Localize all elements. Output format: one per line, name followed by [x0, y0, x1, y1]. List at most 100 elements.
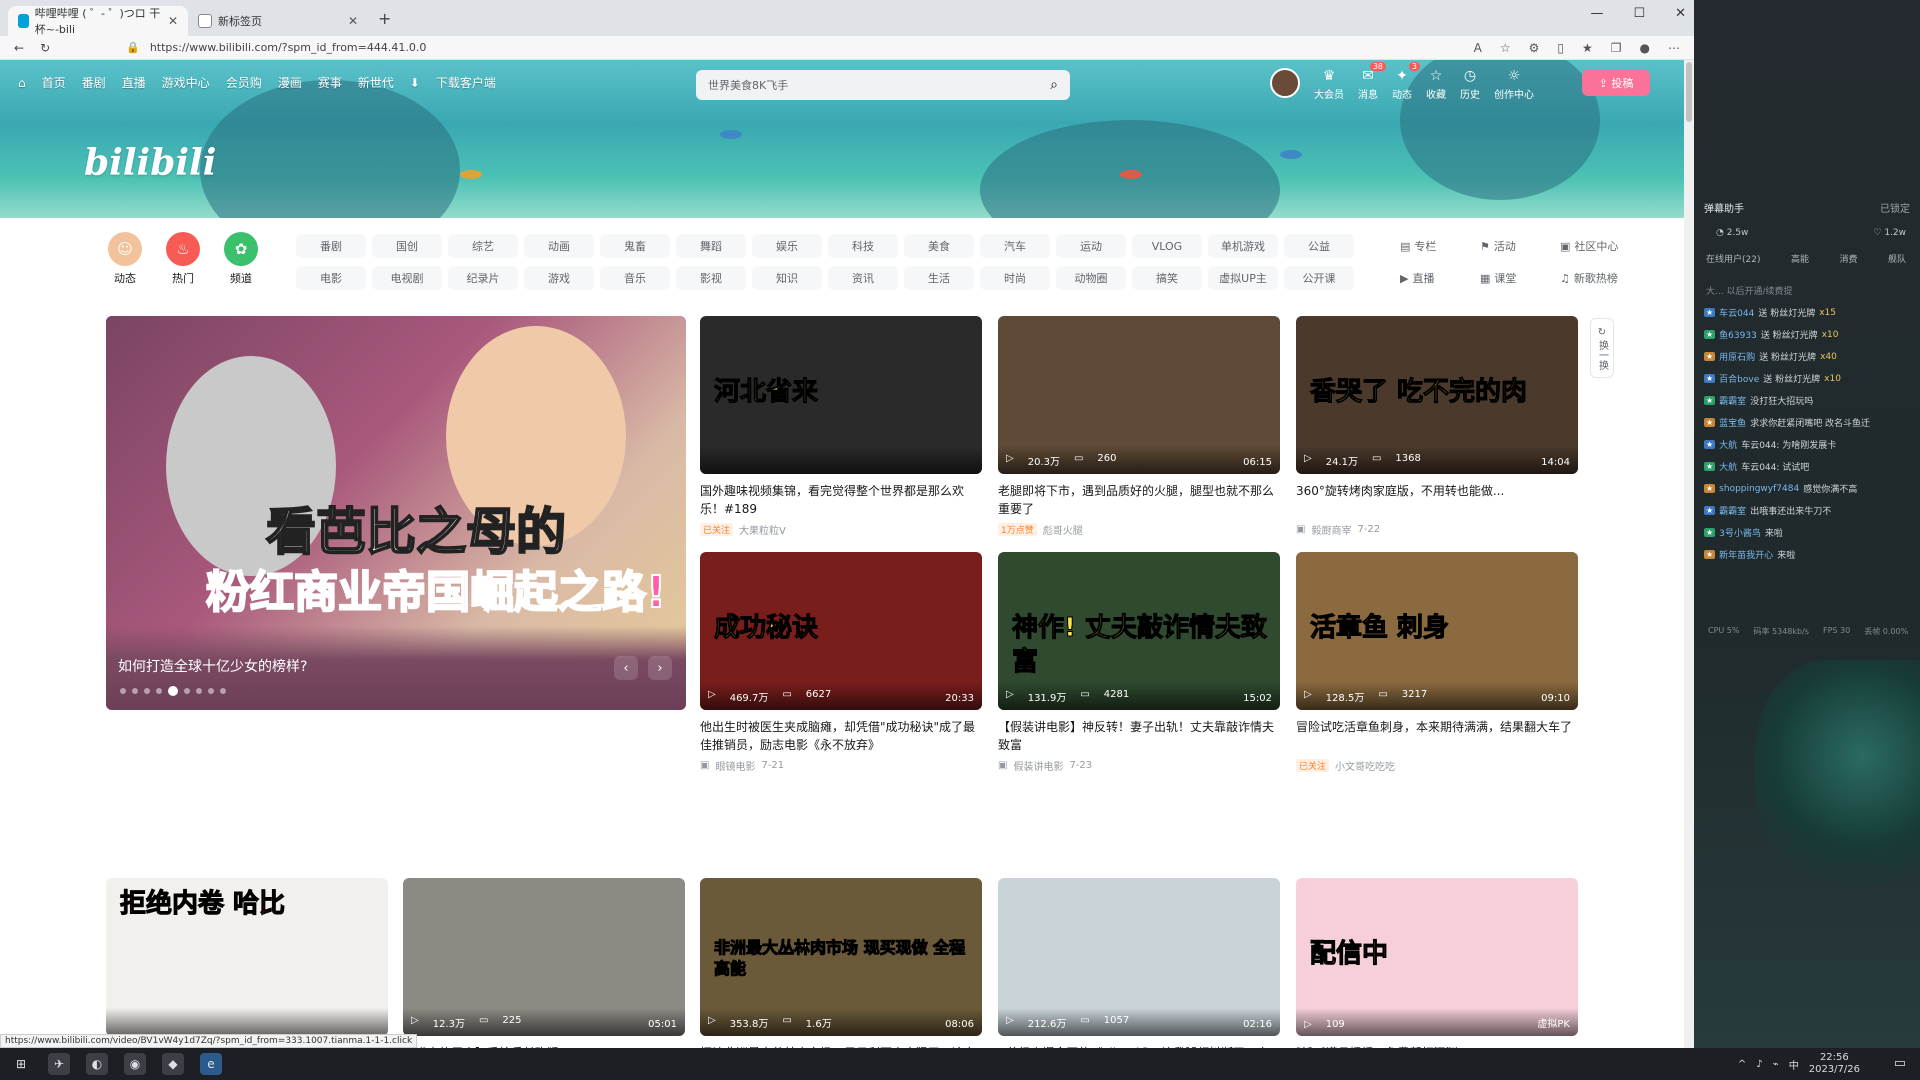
tab-high-energy[interactable]: 高能	[1791, 252, 1809, 265]
video-thumbnail[interactable]: 拒绝内卷 哈比	[106, 878, 388, 1036]
channel-chip[interactable]: 知识	[752, 266, 822, 290]
video-author[interactable]: 大果粒粒V	[739, 522, 786, 537]
danmu-row[interactable]: ★ 百合bove 送 粉丝灯光牌 x10	[1704, 372, 1910, 385]
video-title[interactable]: 他出生时被医生夹成脑瘫，却凭借"成功秘诀"成了最佳推销员，励志电影《永不放弃》	[700, 718, 982, 754]
video-author[interactable]: 彪哥火腿	[1043, 522, 1083, 537]
channel-chip[interactable]: 动画	[524, 234, 594, 258]
read-aloud-icon[interactable]: A	[1474, 41, 1482, 55]
carousel-next-button[interactable]: ›	[648, 656, 672, 680]
danmu-row[interactable]: ★ 用原石购送 粉丝灯光牌 x40	[1704, 350, 1910, 363]
video-thumbnail[interactable]: 神作! 丈夫敲诈情夫致富 ▷ 131.9万 ▭ 4281 15:02	[998, 552, 1280, 710]
channel-chip[interactable]: 单机游戏	[1208, 234, 1278, 258]
channel-chip[interactable]: 动物圈	[1056, 266, 1126, 290]
nav-history[interactable]: ◷ 历史	[1460, 68, 1480, 101]
avatar[interactable]	[1270, 68, 1300, 98]
carousel-dot[interactable]	[184, 688, 190, 694]
windows-start-icon[interactable]: ⊞	[10, 1053, 32, 1075]
channel-chip[interactable]: 娱乐	[752, 234, 822, 258]
extra-music-chart[interactable]: ♫ 新歌热榜	[1560, 266, 1630, 290]
video-thumbnail[interactable]: 河北省来	[700, 316, 982, 474]
clock[interactable]: 22:56 2023/7/26	[1809, 1052, 1860, 1076]
close-tab-icon[interactable]: ✕	[168, 14, 178, 28]
nav-message[interactable]: 38 ✉ 消息	[1358, 62, 1386, 101]
nav-home[interactable]: 首页	[42, 74, 66, 91]
video-thumbnail[interactable]: 活章鱼 刺身 ▷ 128.5万 ▭ 3217 09:10	[1296, 552, 1578, 710]
video-author[interactable]: 小文哥吃吃吃	[1335, 758, 1395, 773]
channel-chip[interactable]: 时尚	[980, 266, 1050, 290]
channel-chip[interactable]: 公开课	[1284, 266, 1354, 290]
carousel-dot[interactable]	[120, 688, 126, 694]
carousel-dot[interactable]	[208, 688, 214, 694]
video-card[interactable]: ▷12.3万▭22505:01【进击的巨人】手绘兵长砍猴1万点赞废萦豆豆	[403, 878, 685, 1048]
nav-game-center[interactable]: 游戏中心	[162, 74, 210, 91]
danmu-row[interactable]: ★ 3号小酱鸟 来啦	[1704, 526, 1910, 539]
nav-download-client[interactable]: 下载客户端	[436, 74, 496, 91]
danmu-row[interactable]: ★ 霸霸室 出哦事还出来牛刀不	[1704, 504, 1910, 517]
tab-bilibili[interactable]: 哔哩哔哩 ( ゜- ゜)つロ 干杯~-bili ✕	[8, 6, 188, 36]
channel-chip[interactable]: 纪录片	[448, 266, 518, 290]
carousel-dot[interactable]	[144, 688, 150, 694]
channel-chip[interactable]: VLOG	[1132, 234, 1202, 258]
video-card[interactable]: 神作! 丈夫敲诈情夫致富 ▷ 131.9万 ▭ 4281 15:02 【假装讲电影】神反转！…	[998, 552, 1280, 773]
nav-mall[interactable]: 会员购	[226, 74, 262, 91]
video-thumbnail[interactable]: ▷ 20.3万 ▭ 260 06:15	[998, 316, 1280, 474]
volume-icon[interactable]: ♪	[1756, 1059, 1762, 1070]
nav-vip[interactable]: ♛ 大会员	[1314, 68, 1344, 101]
video-card[interactable]: ▷212.6万▭105702:16⚡曾经火爆全网的《Tik Tok》，让我腿都抖…	[998, 878, 1280, 1048]
nav-esports[interactable]: 赛事	[318, 74, 342, 91]
video-thumbnail[interactable]: 配信中 ▷ 109 虚拟PK	[1296, 878, 1578, 1036]
network-icon[interactable]: ⌁	[1773, 1059, 1779, 1070]
notification-icon[interactable]: ▭	[1894, 1056, 1906, 1071]
favorite-icon[interactable]: ☆	[1500, 41, 1511, 55]
channel-chip[interactable]: 科技	[828, 234, 898, 258]
channel-chip[interactable]: 运动	[1056, 234, 1126, 258]
video-author[interactable]: 假装讲电影	[1013, 758, 1063, 773]
carousel-dot[interactable]	[220, 688, 226, 694]
nav-live[interactable]: 直播	[122, 74, 146, 91]
video-title[interactable]: 老腿即将下市，遇到品质好的火腿，腿型也就不那么重要了	[998, 482, 1280, 518]
more-icon[interactable]: ⋯	[1668, 41, 1680, 55]
danmu-row[interactable]: ★ 蓝宝鱼 求求你赶紧闭嘴吧 改名斗鱼迁	[1704, 416, 1910, 429]
favorites-icon[interactable]: ★	[1582, 41, 1593, 55]
edge-icon[interactable]: e	[200, 1053, 222, 1075]
tray-chevron-icon[interactable]: ^	[1738, 1059, 1746, 1070]
extra-community[interactable]: ▣ 社区中心	[1560, 234, 1630, 258]
channel-chip[interactable]: 美食	[904, 234, 974, 258]
quick-dynamic[interactable]: ☺ 动态	[106, 232, 144, 286]
extra-live[interactable]: ▶ 直播	[1400, 266, 1470, 290]
chrome-icon[interactable]: ◉	[124, 1053, 146, 1075]
nav-creator-center[interactable]: ☼ 创作中心	[1494, 68, 1534, 101]
bilibili-logo[interactable]: bilibili	[84, 142, 216, 184]
channel-chip[interactable]: 舞蹈	[676, 234, 746, 258]
tab-online-users[interactable]: 在线用户(22)	[1706, 252, 1760, 265]
video-title[interactable]: 冒险试吃活章鱼刺身，本来期待满满，结果翻大车了	[1296, 718, 1578, 754]
collections-icon[interactable]: ❐	[1611, 41, 1622, 55]
channel-chip[interactable]: 番剧	[296, 234, 366, 258]
search-icon[interactable]: ⌕	[1050, 77, 1058, 93]
video-card[interactable]: 成功秘诀 ▷ 469.7万 ▭ 6627 20:33 他出生时被医生夹成脑瘫，却凭借"成功秘…	[700, 552, 982, 773]
channel-chip[interactable]: 汽车	[980, 234, 1050, 258]
video-card[interactable]: 活章鱼 刺身 ▷ 128.5万 ▭ 3217 09:10 冒险试吃活章鱼刺身，本来期待满满，…	[1296, 552, 1578, 773]
close-tab-icon[interactable]: ✕	[348, 14, 358, 28]
danmu-row[interactable]: ★ 霸霸室 没打狂大招玩吗	[1704, 394, 1910, 407]
video-thumbnail[interactable]: 香哭了 吃不完的肉 ▷ 24.1万 ▭ 1368 14:04	[1296, 316, 1578, 474]
channel-chip[interactable]: 鬼畜	[600, 234, 670, 258]
danmu-row[interactable]: ★ 大航 车云044: 为啥刚发展卡	[1704, 438, 1910, 451]
lock-status[interactable]: 已锁定	[1880, 200, 1910, 215]
channel-chip[interactable]: 国创	[372, 234, 442, 258]
danmu-row[interactable]: ★ 新年苗我开心 来啦	[1704, 548, 1910, 561]
quick-channel[interactable]: ✿ 频道	[222, 232, 260, 286]
video-thumbnail[interactable]: 成功秘诀 ▷ 469.7万 ▭ 6627 20:33	[700, 552, 982, 710]
channel-chip[interactable]: 电视剧	[372, 266, 442, 290]
search-box[interactable]: 世界美食8K飞手 ⌕	[696, 70, 1070, 100]
tab-consume[interactable]: 消费	[1839, 252, 1857, 265]
video-card[interactable]: 非洲最大丛林肉市场 现买现做 全程高能▷353.8万▭1.6万08:06探访非洲…	[700, 878, 982, 1048]
extra-course[interactable]: ▦ 课堂	[1480, 266, 1550, 290]
video-thumbnail[interactable]: ▷ 212.6万 ▭ 1057 02:16	[998, 878, 1280, 1036]
channel-chip[interactable]: 影视	[676, 266, 746, 290]
video-title[interactable]: 国外趣味视频集锦，看完觉得整个世界都是那么欢乐！#189	[700, 482, 982, 518]
danmu-row[interactable]: ★ 车云044 送 粉丝灯光牌 x15	[1704, 306, 1910, 319]
nav-new-generation[interactable]: 新世代	[358, 74, 394, 91]
new-tab-button[interactable]: +	[368, 9, 401, 36]
refresh-button[interactable]: ↻ 换一换	[1590, 318, 1614, 378]
